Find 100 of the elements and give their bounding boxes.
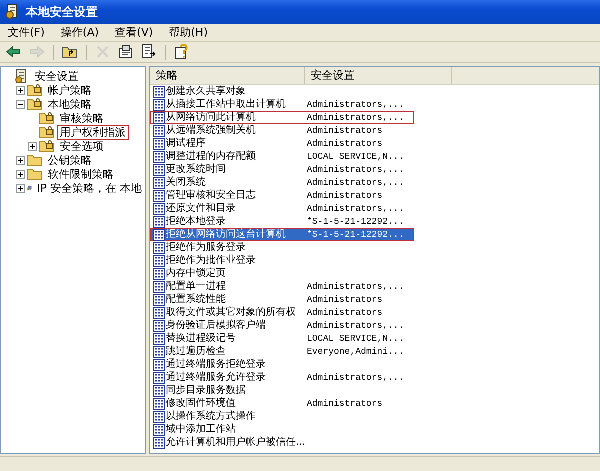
policy-row[interactable]: 内存中锁定页 (150, 267, 414, 280)
policy-name: 从插接工作站中取出计算机 (166, 98, 287, 110)
policy-row[interactable]: 调整进程的内存配额 LOCAL SERVICE,N... (150, 150, 414, 163)
policy-icon (153, 254, 165, 266)
policy-name: 创建永久共享对象 (166, 86, 247, 98)
folder-lock-icon (27, 97, 43, 111)
security-setting: Administrators,... (307, 98, 404, 110)
policy-name: 管理审核和安全日志 (166, 190, 257, 202)
policy-icon (153, 398, 165, 410)
policy-row[interactable]: 关闭系统 Administrators,... (150, 176, 414, 189)
policy-icon (153, 138, 165, 150)
policy-name: 同步目录服务数据 (166, 384, 247, 396)
policy-row[interactable]: 配置单一进程 Administrators,... (150, 280, 414, 293)
policy-icon (153, 306, 165, 318)
tree-item[interactable]: 安全选项 (57, 138, 107, 154)
menu-item[interactable]: 操作(A) (60, 25, 100, 40)
collapse-icon[interactable] (16, 100, 25, 108)
folder-lock-icon (39, 125, 55, 139)
menu-item[interactable]: 帮助(H) (169, 25, 208, 40)
policy-row[interactable]: 拒绝从网络访问这台计算机 *S-1-5-21-12292... (150, 228, 414, 241)
policy-row[interactable]: 配置系统性能 Administrators (150, 293, 414, 306)
policy-row[interactable]: 更改系统时间 Administrators,... (150, 163, 414, 176)
policy-icon (153, 86, 165, 98)
policy-row[interactable]: 拒绝作为服务登录 (150, 241, 414, 254)
security-setting: Administrators,... (307, 164, 404, 176)
policy-row[interactable]: 从网络访问此计算机 Administrators,... (150, 111, 414, 124)
policy-row[interactable]: 从插接工作站中取出计算机 Administrators,... (150, 98, 414, 111)
policy-row[interactable]: 同步目录服务数据 (150, 384, 414, 397)
folder-lock-icon (39, 111, 55, 125)
tree-item[interactable]: 软件限制策略 (45, 166, 117, 182)
policy-row[interactable]: 从远端系统强制关机 Administrators (150, 124, 414, 137)
policy-icon (153, 164, 165, 176)
policy-name: 配置系统性能 (166, 294, 227, 306)
policy-row[interactable]: 拒绝作为批作业登录 (150, 254, 414, 267)
policy-row[interactable]: 域中添加工作站 (150, 423, 414, 436)
policy-icon (153, 98, 165, 110)
menu-item[interactable]: 文件(F) (8, 25, 45, 40)
policy-icon (153, 216, 165, 228)
policy-row[interactable]: 允许计算机和用户帐户被信任... (150, 436, 414, 449)
column-header[interactable]: 安全设置 (305, 67, 452, 84)
policy-name: 关闭系统 (166, 176, 207, 188)
security-setting: Administrators,... (307, 112, 404, 124)
policy-name: 域中添加工作站 (166, 424, 237, 436)
policy-name: 身份验证后模拟客户端 (166, 320, 267, 332)
tree-item[interactable]: 审核策略 (57, 110, 107, 126)
policy-row[interactable]: 通过终端服务允许登录 Administrators,... (150, 371, 414, 384)
folder-icon (27, 167, 43, 181)
expand-icon[interactable] (16, 156, 25, 164)
policy-name: 从网络访问此计算机 (166, 112, 257, 124)
policy-icon (153, 190, 165, 202)
policy-name: 还原文件和目录 (166, 202, 237, 214)
tree-item[interactable]: 公钥策略 (45, 152, 95, 168)
policy-row[interactable]: 替换进程级记号 LOCAL SERVICE,N... (150, 332, 414, 345)
security-setting: Administrators (307, 398, 383, 410)
policy-row[interactable]: 通过终端服务拒绝登录 (150, 358, 414, 371)
policy-row[interactable]: 拒绝本地登录 *S-1-5-21-12292... (150, 215, 414, 228)
security-setting: Administrators (307, 294, 383, 306)
policy-row[interactable]: 取得文件或其它对象的所有权 Administrators (150, 306, 414, 319)
policy-name: 替换进程级记号 (166, 332, 237, 344)
policy-name: 跳过遍历检查 (166, 346, 227, 358)
policy-icon (153, 410, 165, 422)
policy-row[interactable]: 调试程序 Administrators (150, 137, 414, 150)
tree-item[interactable]: 用户权利指派 (57, 124, 129, 140)
menu-item[interactable]: 查看(V) (115, 25, 154, 40)
policy-icon (153, 294, 165, 306)
policy-icon (153, 346, 165, 358)
policy-row[interactable]: 管理审核和安全日志 Administrators (150, 189, 414, 202)
tree-item[interactable]: 帐户策略 (45, 82, 95, 98)
policy-icon (153, 332, 165, 344)
folder-icon (27, 153, 43, 167)
tree-item[interactable]: IP 安全策略，在 本地 (34, 180, 145, 196)
security-setting: Administrators (307, 138, 383, 150)
policy-row[interactable]: 修改固件环境值 Administrators (150, 397, 414, 410)
policy-icon (153, 268, 165, 280)
security-setting: Administrators (307, 306, 383, 318)
policy-name: 拒绝作为批作业登录 (166, 254, 257, 266)
policy-row[interactable]: 身份验证后模拟客户端 Administrators,... (150, 319, 414, 332)
tree-item[interactable]: 安全设置 (32, 68, 82, 84)
expand-icon[interactable] (16, 86, 25, 94)
policy-icon (153, 202, 165, 214)
policy-icon (153, 228, 165, 240)
policy-row[interactable]: 创建永久共享对象 (150, 85, 414, 98)
policy-name: 拒绝本地登录 (166, 216, 227, 228)
expand-icon[interactable] (16, 184, 25, 192)
policy-icon (153, 436, 165, 448)
policy-icon (153, 150, 165, 162)
security-setting: Administrators,... (307, 202, 404, 214)
policy-name: 允许计算机和用户帐户被信任... (166, 436, 307, 448)
policy-row[interactable]: 跳过遍历检查 Everyone,Admini... (150, 345, 414, 358)
security-setting: LOCAL SERVICE,N... (307, 150, 404, 162)
column-header[interactable]: 策略 (150, 67, 305, 84)
security-setting: Administrators,... (307, 280, 404, 292)
policy-name: 内存中锁定页 (166, 268, 227, 280)
tree-item[interactable]: 本地策略 (45, 96, 95, 112)
policy-row[interactable]: 以操作系统方式操作 (150, 410, 414, 423)
expand-icon[interactable] (16, 170, 25, 178)
expand-icon[interactable] (28, 142, 37, 150)
policy-icon (153, 384, 165, 396)
policy-row[interactable]: 还原文件和目录 Administrators,... (150, 202, 414, 215)
policy-name: 通过终端服务允许登录 (166, 372, 267, 384)
